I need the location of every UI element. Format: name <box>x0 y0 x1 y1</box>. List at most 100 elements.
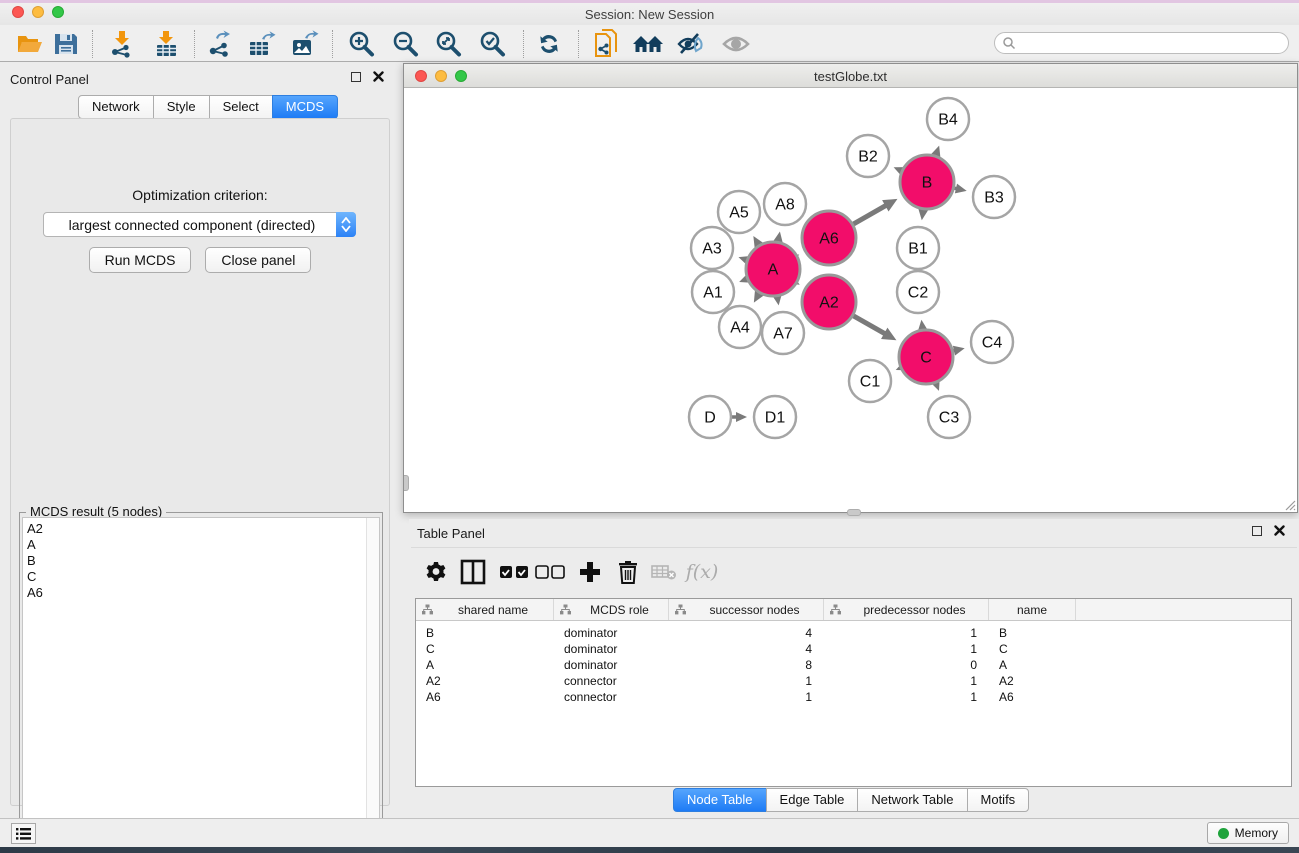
graph-node-B4[interactable]: B4 <box>927 98 969 140</box>
zoom-in-icon[interactable] <box>343 28 379 60</box>
graph-node-A1[interactable]: A1 <box>692 271 734 313</box>
graph-node-A3[interactable]: A3 <box>691 227 733 269</box>
table-cell: A <box>416 658 554 672</box>
copy-view-icon[interactable] <box>589 28 625 60</box>
optimization-criterion-label: Optimization criterion: <box>11 187 389 203</box>
tab-motifs[interactable]: Motifs <box>967 788 1030 812</box>
close-panel-icon[interactable] <box>1274 525 1285 536</box>
graph-node-A8[interactable]: A8 <box>764 183 806 225</box>
scrollbar-track[interactable] <box>366 518 379 846</box>
column-header-successor-nodes[interactable]: successor nodes <box>669 599 824 620</box>
tab-mcds[interactable]: MCDS <box>272 95 338 119</box>
table-row[interactable]: Cdominator41C <box>416 641 1291 657</box>
graph-node-A7[interactable]: A7 <box>762 312 804 354</box>
refresh-icon[interactable] <box>531 28 567 60</box>
graph-edge-arrow-icon <box>736 412 747 422</box>
home-view-icon[interactable] <box>630 28 666 60</box>
mcds-result-item[interactable]: A <box>27 537 363 553</box>
close-panel-button[interactable]: Close panel <box>205 247 311 273</box>
column-view-icon[interactable] <box>456 556 490 588</box>
graph-node-B2[interactable]: B2 <box>847 135 889 177</box>
tab-select[interactable]: Select <box>209 95 273 119</box>
export-image-icon[interactable] <box>287 28 323 60</box>
table-cell: 4 <box>669 626 824 640</box>
table-row[interactable]: A6connector11A6 <box>416 689 1291 705</box>
graph-node-label: D1 <box>765 410 786 427</box>
graph-node-A4[interactable]: A4 <box>719 306 761 348</box>
gear-icon[interactable] <box>419 556 453 588</box>
show-graphics-details-icon[interactable] <box>673 28 709 60</box>
import-network-icon[interactable] <box>104 28 140 60</box>
float-panel-icon[interactable] <box>1252 526 1262 536</box>
graph-node-B3[interactable]: B3 <box>973 176 1015 218</box>
memory-label: Memory <box>1235 826 1278 840</box>
search-field[interactable] <box>994 32 1289 54</box>
column-header-shared-name[interactable]: shared name <box>416 599 554 620</box>
task-history-button[interactable] <box>11 823 36 844</box>
tab-edge-table[interactable]: Edge Table <box>766 788 859 812</box>
mcds-result-item[interactable]: A6 <box>27 585 363 601</box>
mcds-result-item[interactable]: C <box>27 569 363 585</box>
export-table-icon[interactable] <box>244 28 280 60</box>
splitter-handle-icon[interactable] <box>404 475 409 491</box>
select-all-icon[interactable] <box>497 556 531 588</box>
tab-network-table[interactable]: Network Table <box>857 788 967 812</box>
graph-node-B[interactable]: B <box>900 155 954 209</box>
table-row[interactable]: A2connector11A2 <box>416 673 1291 689</box>
table-row[interactable]: Adominator80A <box>416 657 1291 673</box>
delete-column-icon[interactable] <box>611 556 645 588</box>
table-panel-tabs: Node TableEdge TableNetwork TableMotifs <box>673 788 1029 812</box>
export-network-icon[interactable] <box>202 28 238 60</box>
column-type-icon <box>422 604 433 615</box>
node-table[interactable]: shared nameMCDS rolesuccessor nodesprede… <box>415 598 1292 787</box>
graph-node-A5[interactable]: A5 <box>718 191 760 233</box>
table-cell: C <box>989 642 1076 656</box>
graph-node-A6[interactable]: A6 <box>802 211 856 265</box>
add-column-icon[interactable] <box>573 556 607 588</box>
table-cell: dominator <box>554 658 669 672</box>
column-header-MCDS-role[interactable]: MCDS role <box>554 599 669 620</box>
import-table-icon[interactable] <box>148 28 184 60</box>
column-header-name[interactable]: name <box>989 599 1076 620</box>
deselect-all-icon[interactable] <box>533 556 567 588</box>
open-folder-icon[interactable] <box>12 28 48 60</box>
criterion-dropdown[interactable]: largest connected component (directed) <box>43 212 356 237</box>
table-cell: C <box>416 642 554 656</box>
graph-node-C3[interactable]: C3 <box>928 396 970 438</box>
graph-node-B1[interactable]: B1 <box>897 227 939 269</box>
graph-node-D[interactable]: D <box>689 396 731 438</box>
tab-style[interactable]: Style <box>153 95 210 119</box>
zoom-selected-icon[interactable] <box>474 28 510 60</box>
tab-network[interactable]: Network <box>78 95 154 119</box>
splitter-handle-icon[interactable] <box>847 509 861 516</box>
graph-node-D1[interactable]: D1 <box>754 396 796 438</box>
graph-node-C4[interactable]: C4 <box>971 321 1013 363</box>
table-cell: A2 <box>989 674 1076 688</box>
table-cell: B <box>989 626 1076 640</box>
close-panel-icon[interactable] <box>373 71 384 82</box>
control-panel: Control Panel NetworkStyleSelectMCDS Opt… <box>0 62 400 818</box>
zoom-out-icon[interactable] <box>387 28 423 60</box>
mcds-result-item[interactable]: A2 <box>27 521 363 537</box>
memory-status-icon <box>1218 828 1229 839</box>
network-canvas[interactable]: A1A3 A4 A5 A7 A8 B1 B2 B3B4 C1 C2 C3C4 D D1 AA2 A6 B C <box>404 88 1297 512</box>
zoom-fit-icon[interactable] <box>430 28 466 60</box>
table-row[interactable]: Bdominator41B <box>416 625 1291 641</box>
graph-node-label: A7 <box>773 326 793 343</box>
column-header-predecessor-nodes[interactable]: predecessor nodes <box>824 599 989 620</box>
network-window-titlebar[interactable]: testGlobe.txt <box>404 64 1297 88</box>
run-mcds-button[interactable]: Run MCDS <box>89 247 192 273</box>
mcds-result-item[interactable]: B <box>27 553 363 569</box>
save-icon[interactable] <box>48 28 84 60</box>
graph-node-C[interactable]: C <box>899 330 953 384</box>
mcds-result-list[interactable]: A2ABCA6 <box>22 517 380 847</box>
graph-node-C1[interactable]: C1 <box>849 360 891 402</box>
float-panel-icon[interactable] <box>351 72 361 82</box>
resize-grip-icon[interactable] <box>1282 497 1296 511</box>
graph-node-A[interactable]: A <box>746 242 800 296</box>
graph-node-C2[interactable]: C2 <box>897 271 939 313</box>
memory-button[interactable]: Memory <box>1207 822 1289 844</box>
tab-node-table[interactable]: Node Table <box>673 788 767 812</box>
graph-node-A2[interactable]: A2 <box>802 275 856 329</box>
search-input[interactable] <box>1016 36 1288 51</box>
